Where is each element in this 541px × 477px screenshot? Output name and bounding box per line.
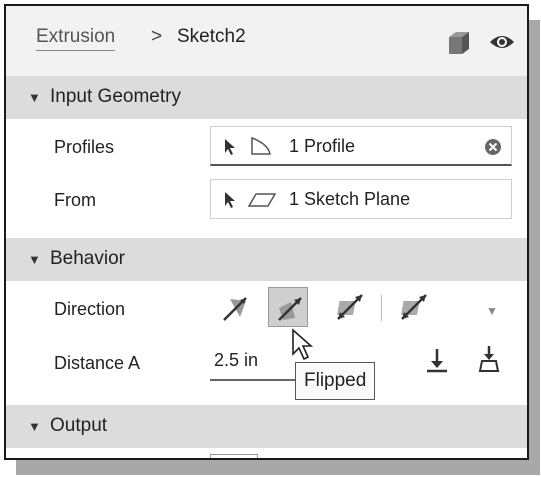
eye-icon[interactable]: [488, 32, 516, 52]
extrude-panel: Extrusion > Sketch2 ▼ Input Geometry Pro…: [4, 4, 529, 460]
direction-dropdown-arrow-icon[interactable]: ▼: [486, 304, 498, 318]
one-side-icon: [223, 297, 247, 321]
flipped-icon: [278, 297, 302, 321]
profile-icon: [251, 136, 271, 155]
distance-a-value: 2.5 in: [214, 350, 259, 370]
select-arrow-icon: [225, 192, 235, 208]
section-title: Input Geometry: [50, 86, 181, 107]
cube-icon[interactable]: [446, 30, 472, 56]
symmetric-icon: [337, 294, 363, 320]
profiles-value: 1 Profile: [289, 136, 356, 156]
direction-two-sides-button[interactable]: [394, 287, 434, 327]
clear-selection-icon[interactable]: [483, 137, 503, 157]
section-title: Behavior: [50, 248, 125, 269]
section-input-geometry[interactable]: ▼ Input Geometry: [6, 76, 527, 119]
breadcrumb-sketch: Sketch2: [177, 26, 246, 47]
profiles-label: Profiles: [54, 137, 115, 157]
distance-a-label: Distance A: [54, 353, 141, 373]
section-behavior[interactable]: ▼ Behavior: [6, 238, 527, 281]
select-arrow-icon: [225, 139, 235, 155]
profiles-selector[interactable]: 1 Profile: [210, 126, 512, 166]
to-object-icon[interactable]: [424, 346, 450, 376]
collapse-triangle-icon: ▼: [28, 252, 41, 267]
tooltip: Flipped: [295, 362, 376, 400]
panel-header: Extrusion > Sketch2: [6, 6, 527, 76]
from-label: From: [54, 190, 96, 210]
output-field-partial[interactable]: [210, 454, 258, 458]
direction-flipped-button[interactable]: [268, 287, 308, 327]
sketch-plane-icon: [247, 193, 277, 207]
two-sides-icon: [401, 294, 427, 320]
breadcrumb-extrusion-link[interactable]: Extrusion: [36, 26, 116, 51]
collapse-triangle-icon: ▼: [28, 419, 41, 434]
section-output[interactable]: ▼ Output: [6, 405, 527, 448]
direction-symmetric-button[interactable]: [330, 287, 370, 327]
direction-one-side-button[interactable]: [216, 287, 256, 327]
mouse-cursor-icon: [292, 328, 314, 361]
breadcrumb-separator: >: [151, 26, 163, 47]
from-selector[interactable]: 1 Sketch Plane: [210, 179, 512, 219]
collapse-triangle-icon: ▼: [28, 90, 41, 105]
toolbar-divider: [381, 295, 382, 321]
extent-type-icon[interactable]: [476, 344, 502, 374]
direction-label: Direction: [54, 299, 126, 319]
from-value: 1 Sketch Plane: [289, 189, 411, 209]
section-title: Output: [50, 415, 108, 436]
